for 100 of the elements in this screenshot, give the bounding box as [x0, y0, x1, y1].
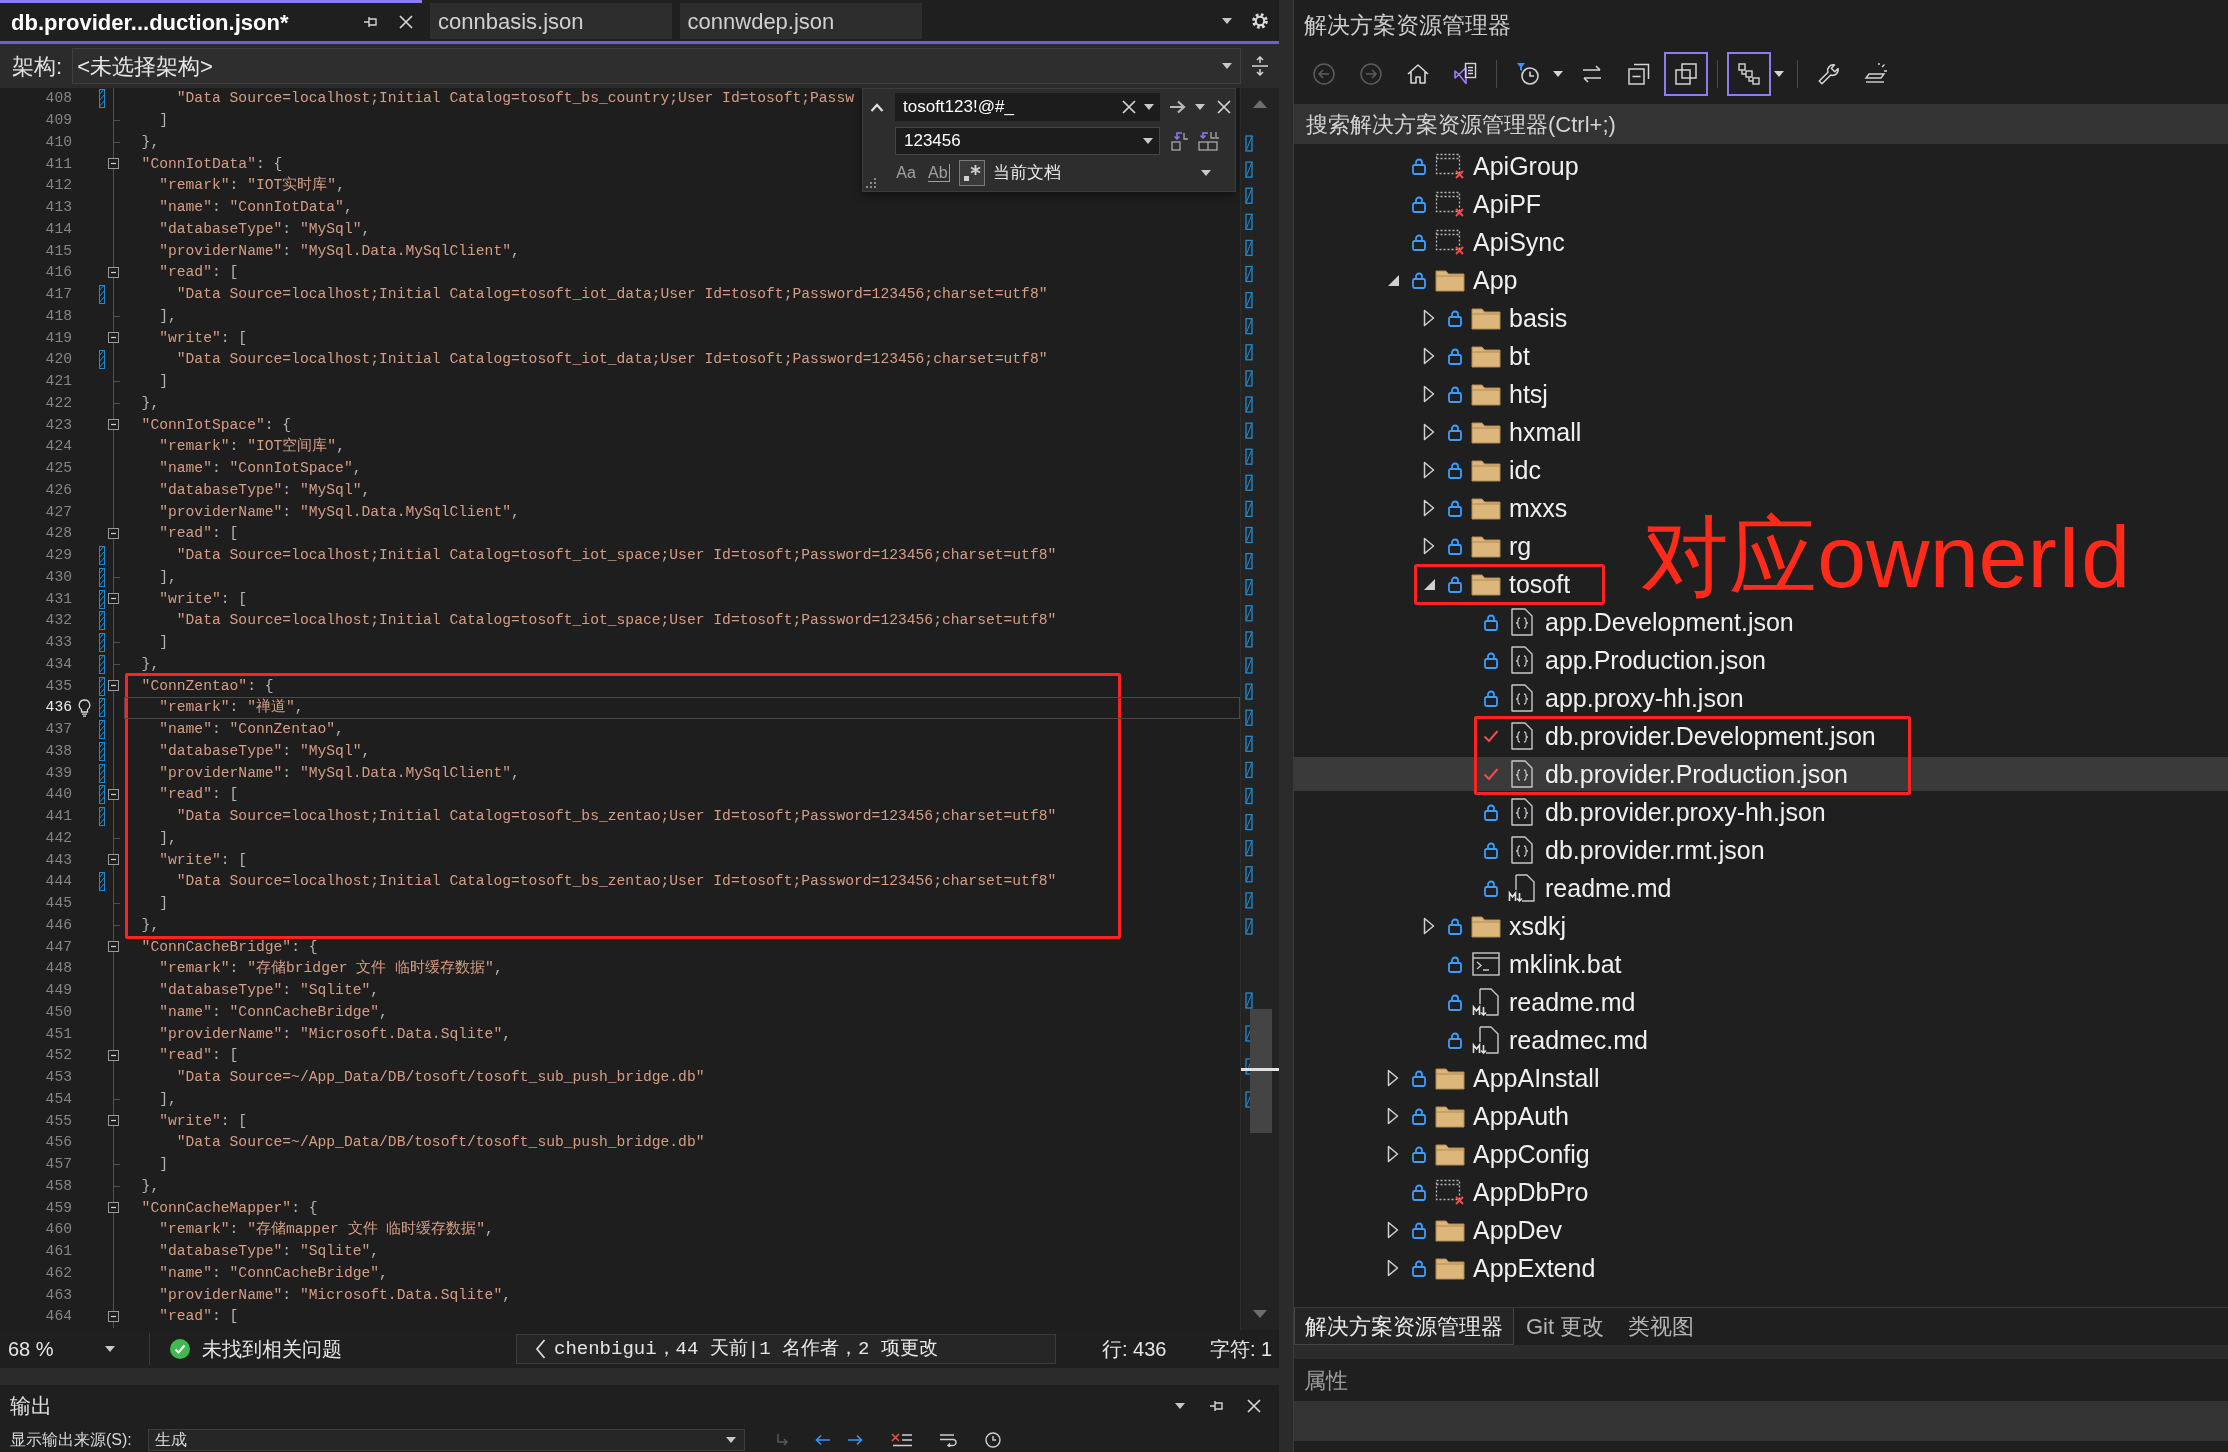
tree-item[interactable]: db.provider.rmt.json [1477, 833, 1765, 867]
tree-item[interactable]: ApiSync [1405, 225, 1565, 259]
regex-toggle[interactable] [958, 160, 985, 186]
match-case-toggle[interactable]: Aa [893, 160, 919, 186]
tree-item[interactable]: db.provider.Production.json [1477, 757, 1848, 791]
caret-down-icon[interactable] [1144, 104, 1154, 110]
collapse-icon[interactable] [108, 528, 119, 539]
collapse-icon[interactable] [108, 1311, 119, 1322]
issues-status[interactable]: 未找到相关问题 [170, 1334, 342, 1364]
close-icon[interactable] [1217, 100, 1231, 114]
tree-item[interactable]: bt [1417, 339, 1530, 373]
clear-all-icon[interactable] [890, 1432, 913, 1447]
tree-item[interactable]: db.provider.proxy-hh.json [1477, 795, 1826, 829]
tree-item[interactable]: AppAuth [1381, 1099, 1569, 1133]
collapse-icon[interactable] [108, 332, 119, 344]
architecture-dropdown[interactable]: <未选择架构> [72, 48, 1241, 84]
collapse-icon[interactable] [108, 419, 119, 431]
caret-down-icon[interactable] [725, 1436, 736, 1443]
tree-item[interactable]: readme.md [1441, 985, 1636, 1019]
tree-item[interactable]: mxxs [1417, 491, 1568, 525]
tree-item[interactable]: rg [1417, 529, 1532, 563]
triangle-right-icon[interactable] [1387, 1145, 1399, 1163]
scroll-down-icon[interactable] [1253, 1310, 1267, 1318]
triangle-right-icon[interactable] [1387, 1221, 1399, 1239]
find-field[interactable]: tosoft123!@#_ [895, 93, 1160, 121]
tree-item[interactable]: mklink.bat [1441, 947, 1622, 981]
arrow-right-icon[interactable] [1169, 100, 1186, 114]
triangle-right-icon[interactable] [1387, 1107, 1399, 1125]
close-icon[interactable] [1247, 1399, 1261, 1413]
triangle-down-icon[interactable] [1423, 578, 1435, 590]
scrollbar-thumb[interactable] [1250, 1009, 1272, 1133]
collapse-icon[interactable] [108, 854, 119, 866]
search-field[interactable]: 搜索解决方案资源管理器(Ctrl+;) [1294, 104, 2228, 144]
tree-item[interactable]: db.provider.Development.json [1477, 719, 1876, 753]
tree-item[interactable]: app.Production.json [1477, 643, 1766, 677]
caret-down-icon[interactable] [1201, 170, 1211, 176]
collapse-icon[interactable] [108, 789, 119, 800]
triangle-right-icon[interactable] [1387, 1259, 1399, 1277]
collapse-icon[interactable] [108, 1050, 119, 1061]
caret-down-icon[interactable] [1222, 63, 1232, 69]
triangle-right-icon[interactable] [1423, 385, 1435, 403]
caret-down-icon[interactable] [1143, 138, 1153, 144]
arrow-left-icon[interactable] [814, 1433, 831, 1446]
chevron-up-icon[interactable] [870, 102, 884, 112]
gear-icon[interactable] [1251, 11, 1269, 30]
close-icon[interactable] [1122, 100, 1136, 114]
collapse-icon[interactable] [108, 267, 119, 278]
panel-tab[interactable]: Git 更改 [1514, 1308, 1617, 1345]
replace-icon[interactable] [1170, 131, 1190, 151]
return-arrow-icon[interactable] [774, 1432, 789, 1447]
editor-tab[interactable]: connwdep.json [679, 3, 923, 39]
split-icon[interactable] [1251, 56, 1269, 76]
tree-item[interactable]: readme.md [1477, 871, 1672, 905]
collapse-icon[interactable] [108, 1115, 119, 1127]
vertical-scrollbar[interactable] [1240, 88, 1279, 1330]
tree-item[interactable]: app.proxy-hh.json [1477, 681, 1744, 715]
scope-dropdown[interactable]: 当前文档 [992, 160, 1211, 186]
tree-item[interactable]: App [1381, 263, 1518, 297]
close-icon[interactable] [399, 15, 413, 29]
collapse-icon[interactable] [108, 593, 119, 605]
arrow-right-icon[interactable] [846, 1433, 863, 1446]
tree-item[interactable]: xsdkj [1417, 909, 1566, 943]
replace-all-icon[interactable] [1198, 131, 1220, 151]
caret-down-icon[interactable] [1553, 71, 1563, 77]
tree-item[interactable]: AppDev [1381, 1213, 1562, 1247]
zoom-dropdown[interactable]: 68 % [0, 1333, 150, 1365]
git-blame-status[interactable]: chenbigui，44 天前|1 名作者，2 项更改 [516, 1334, 1056, 1364]
tree-item[interactable]: ApiPF [1405, 187, 1542, 221]
tree-item[interactable]: AppDbPro [1405, 1175, 1589, 1209]
tree-item[interactable]: app.Development.json [1477, 605, 1794, 639]
collapse-icon[interactable] [108, 680, 119, 692]
collapse-icon[interactable] [108, 1202, 119, 1214]
tree-item[interactable]: idc [1417, 453, 1541, 487]
tree-item[interactable]: readmec.md [1441, 1023, 1648, 1057]
triangle-right-icon[interactable] [1387, 1069, 1399, 1087]
panel-tab[interactable]: 解决方案资源管理器 [1294, 1308, 1514, 1345]
triangle-right-icon[interactable] [1423, 461, 1435, 479]
triangle-right-icon[interactable] [1423, 347, 1435, 365]
word-wrap-icon[interactable] [938, 1432, 959, 1447]
tree-item[interactable]: htsj [1417, 377, 1548, 411]
replace-field[interactable]: 123456 [895, 127, 1160, 155]
triangle-right-icon[interactable] [1423, 309, 1435, 327]
editor-tab[interactable]: connbasis.json [430, 3, 672, 39]
triangle-right-icon[interactable] [1423, 499, 1435, 517]
clock-icon[interactable] [984, 1431, 1001, 1448]
triangle-down-icon[interactable] [1387, 274, 1399, 286]
tree-item[interactable]: AppConfig [1381, 1137, 1590, 1171]
caret-down-icon[interactable] [1195, 104, 1205, 110]
panel-tab[interactable]: 类视图 [1616, 1308, 1707, 1345]
caret-down-icon[interactable] [1774, 71, 1784, 77]
chevron-left-icon[interactable] [535, 1339, 546, 1359]
show-all-files-button[interactable] [1664, 52, 1708, 96]
view-button[interactable] [1727, 52, 1771, 96]
tree-item[interactable]: basis [1417, 301, 1568, 335]
lightbulb-icon[interactable] [77, 698, 91, 717]
triangle-right-icon[interactable] [1423, 917, 1435, 935]
triangle-right-icon[interactable] [1423, 423, 1435, 441]
caret-down-icon[interactable] [1222, 17, 1232, 24]
tree-item[interactable]: tosoft [1417, 567, 1571, 601]
resize-grip-icon[interactable] [866, 178, 876, 188]
